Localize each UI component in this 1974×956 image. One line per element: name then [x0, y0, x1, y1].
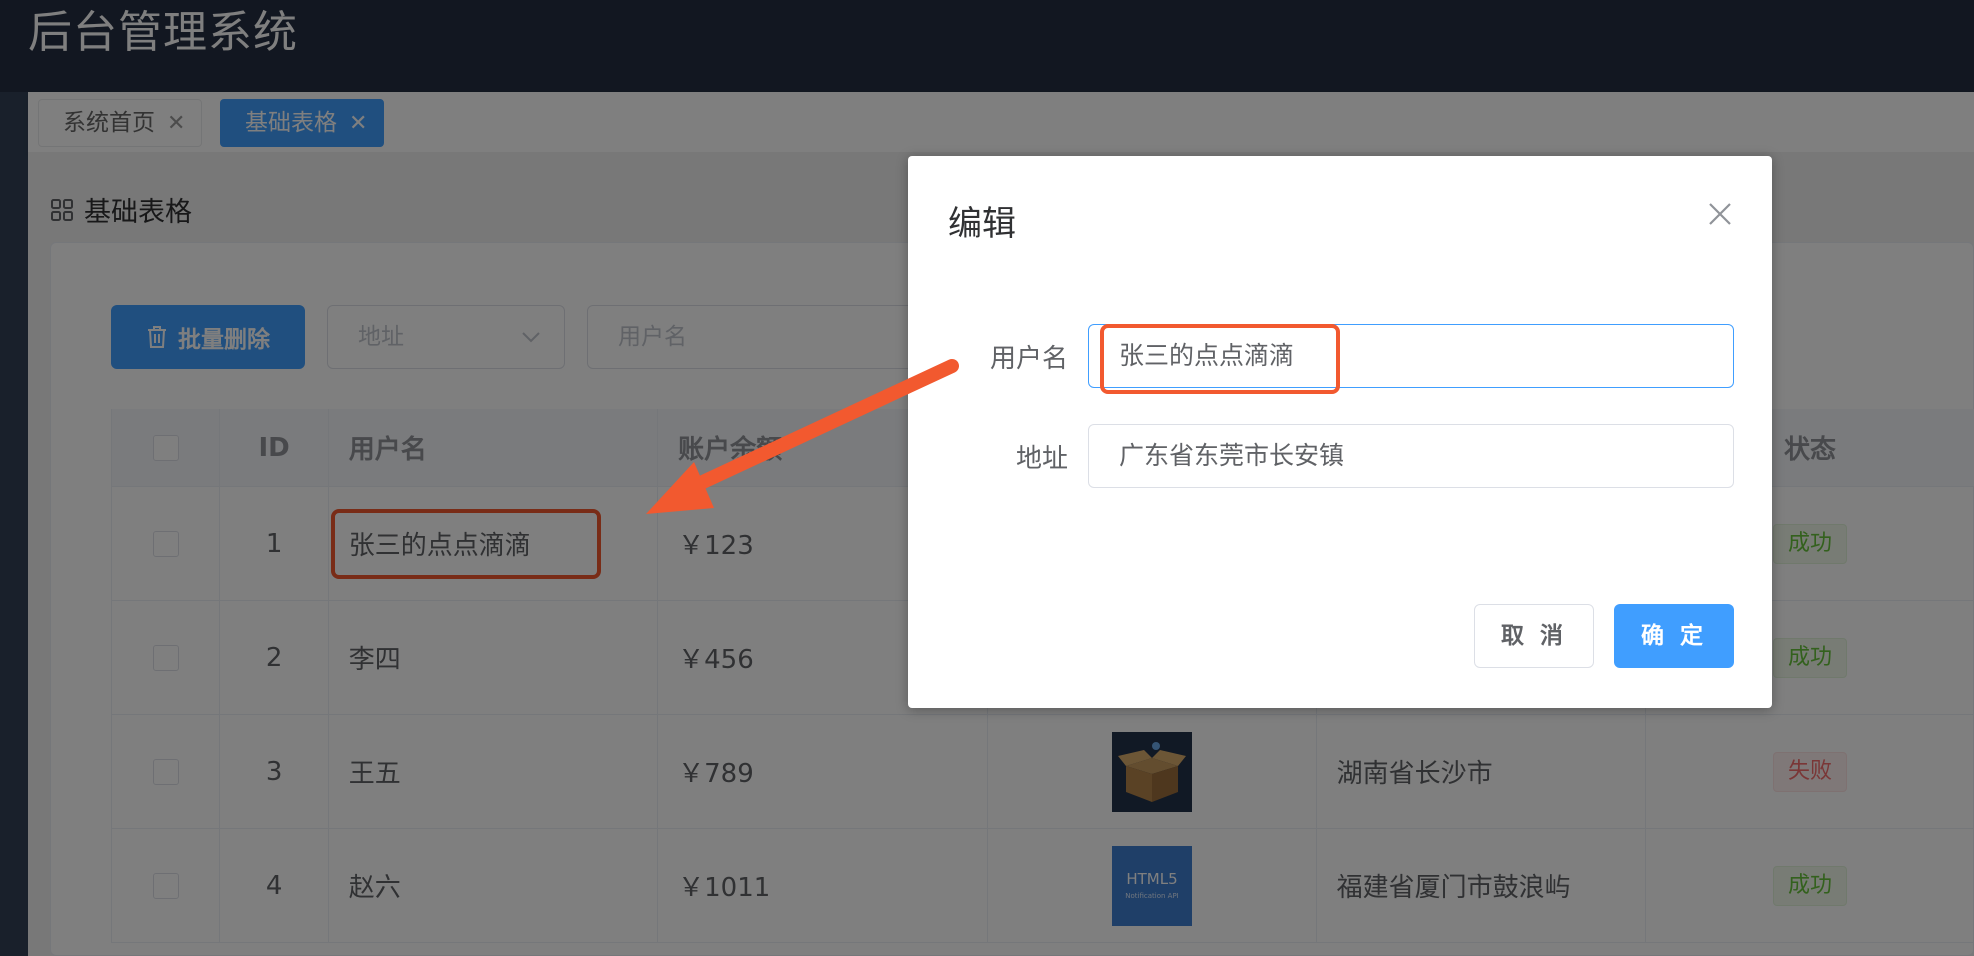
cancel-button[interactable]: 取 消 — [1474, 604, 1594, 668]
address-label: 地址 — [1015, 444, 1068, 474]
close-icon[interactable] — [1706, 200, 1734, 228]
address-field[interactable]: 广东省东莞市长安镇 — [1088, 424, 1734, 488]
username-label: 用户名 — [989, 344, 1068, 374]
annotation-highlight-box — [1100, 324, 1340, 394]
confirm-button[interactable]: 确 定 — [1614, 604, 1734, 668]
dialog-title: 编辑 — [948, 204, 1016, 244]
edit-dialog: 编辑 用户名 张三的点点滴滴 地址 广东省东莞市长安镇 取 消 确 定 — [908, 156, 1772, 708]
